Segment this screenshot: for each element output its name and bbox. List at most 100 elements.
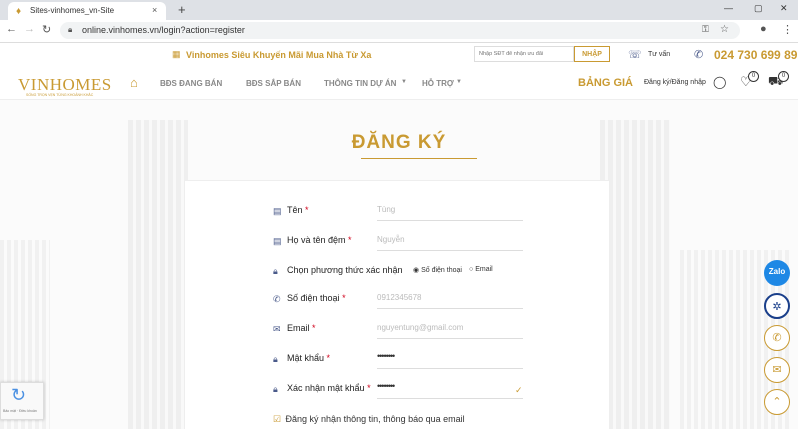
building-icon: ▦: [172, 49, 181, 59]
chevron-down-icon: ▼: [456, 79, 462, 85]
ten-input[interactable]: Tùng: [377, 205, 395, 214]
messenger-wheel-icon[interactable]: ✲: [764, 293, 790, 319]
key-icon[interactable]: ⚿: [702, 24, 709, 35]
required-mark: *: [326, 353, 331, 363]
building-decoration: [600, 120, 670, 429]
label-so-dien-thoai: Số điện thoại: [287, 293, 340, 303]
bookmark-star-icon[interactable]: ☆: [720, 24, 729, 35]
back-icon[interactable]: ←: [6, 23, 17, 35]
bang-gia-link[interactable]: BẢNG GIÁ: [578, 77, 633, 89]
input-underline: [377, 398, 523, 399]
lock-icon: 🔒︎: [273, 354, 278, 364]
nav-thong-tin-du-an[interactable]: THÔNG TIN DỰ ÁN: [324, 79, 396, 88]
required-mark: *: [305, 205, 309, 215]
scroll-top-button[interactable]: ⌃: [764, 389, 790, 415]
chevron-down-icon: ▼: [401, 79, 407, 85]
lock-icon[interactable]: 🔒︎: [68, 25, 72, 35]
check-circle-icon: ✓: [515, 385, 523, 395]
input-underline: [377, 368, 523, 369]
user-card-icon: ▤: [273, 236, 282, 246]
email-input[interactable]: nguyentung@gmail.com: [377, 323, 463, 332]
home-icon[interactable]: ⌂: [130, 75, 138, 90]
label-mat-khau: Mật khẩu: [287, 353, 325, 363]
nav-ho-tro[interactable]: HỖ TRỢ: [422, 79, 454, 88]
input-underline: [377, 220, 523, 221]
field-so-dien-thoai: ✆ Số điện thoại * 0912345678: [273, 287, 523, 315]
nhap-button[interactable]: NHẬP: [574, 46, 610, 62]
subscribe-checkbox-row[interactable]: ☑ Đăng ký nhận thông tin, thông báo qua …: [273, 409, 465, 427]
close-window-button[interactable]: ✕: [780, 3, 788, 14]
field-phuong-thuc: 🔒︎ Chọn phương thức xác nhận ◉ Số điện t…: [273, 259, 523, 287]
site-top-bar: ▦ Vinhomes Siêu Khuyến Mãi Mua Nhà Từ Xa…: [0, 43, 798, 68]
address-bar[interactable]: 🔒︎ online.vinhomes.vn/login?action=regis…: [60, 22, 740, 39]
maximize-button[interactable]: ▢: [754, 3, 763, 14]
xac-nhan-mat-khau-input[interactable]: ••••••••: [377, 381, 395, 391]
hotline-number[interactable]: 024 730 699 89: [714, 48, 797, 62]
wishlist-count-badge: 0: [748, 71, 759, 82]
label-xac-nhan-mat-khau: Xác nhận mật khẩu: [287, 383, 365, 393]
menu-icon[interactable]: ⋮: [782, 23, 793, 36]
recaptcha-badge[interactable]: ↻ Bảo mật · Điều khoản: [0, 382, 44, 420]
field-ten: ▤ Tên * Tùng: [273, 199, 523, 227]
building-decoration: [128, 120, 188, 429]
main-nav: VINHOMES SỐNG TRỌN VẸN TỪNG KHOẢNH KHẮC …: [0, 67, 798, 100]
user-icon[interactable]: ◯: [713, 75, 726, 89]
lock-icon: 🔒︎: [273, 266, 278, 276]
login-register-link[interactable]: Đăng ký/Đăng nhập: [644, 79, 706, 86]
minimize-button[interactable]: —: [724, 3, 733, 13]
register-page: ĐĂNG KÝ ▤ Tên * Tùng ▤ Họ và tên đệm * N…: [0, 100, 798, 429]
envelope-icon: ✉: [273, 324, 281, 334]
input-underline: [377, 338, 523, 339]
tuvan-link[interactable]: Tư vấn: [648, 51, 670, 58]
chat-icon[interactable]: ☏: [628, 48, 642, 61]
new-tab-button[interactable]: +: [178, 2, 186, 17]
forward-icon[interactable]: →: [24, 23, 35, 35]
lock-icon: 🔒︎: [273, 384, 278, 394]
promo-text[interactable]: Vinhomes Siêu Khuyến Mãi Mua Nhà Từ Xa: [186, 50, 371, 60]
field-xac-nhan-mat-khau: 🔒︎ Xác nhận mật khẩu * •••••••• ✓: [273, 377, 523, 405]
so-dien-thoai-input[interactable]: 0912345678: [377, 293, 422, 302]
radio-email[interactable]: ○ Email: [469, 266, 493, 273]
phone-promo-input[interactable]: [474, 46, 574, 62]
vinhomes-favicon-icon: ♦: [16, 6, 22, 17]
field-ho-ten-dem: ▤ Họ và tên đệm * Nguyễn: [273, 229, 523, 257]
radio-sdt-label: Số điện thoại: [421, 267, 462, 274]
recaptcha-terms[interactable]: Bảo mật · Điều khoản: [3, 409, 37, 413]
radio-so-dien-thoai[interactable]: ◉ Số điện thoại: [413, 266, 462, 274]
reload-icon[interactable]: ↻: [42, 23, 51, 36]
ho-ten-dem-input[interactable]: Nguyễn: [377, 235, 405, 244]
zalo-button[interactable]: Zalo: [764, 260, 790, 286]
phone-icon: ✆: [273, 294, 281, 304]
page-title: ĐĂNG KÝ: [351, 132, 447, 153]
input-underline: [377, 250, 523, 251]
input-underline: [377, 308, 523, 309]
subscribe-label: Đăng ký nhận thông tin, thông báo qua em…: [285, 414, 465, 424]
chat-bubble-button[interactable]: ✉: [764, 357, 790, 383]
mat-khau-input[interactable]: ••••••••: [377, 351, 395, 361]
nav-bds-sap-ban[interactable]: BĐS SẮP BÁN: [246, 79, 301, 88]
vinhomes-logo[interactable]: VINHOMES: [18, 75, 112, 95]
radio-email-label: Email: [475, 266, 493, 273]
cart-count-badge: 0: [778, 71, 789, 82]
call-button[interactable]: ✆: [764, 325, 790, 351]
checkbox-checked-icon[interactable]: ☑: [273, 414, 281, 424]
required-mark: *: [367, 383, 371, 393]
browser-tab[interactable]: ♦ Sites-vinhomes_vn-Site ×: [8, 2, 166, 20]
required-mark: *: [348, 235, 352, 245]
title-underline: [361, 158, 477, 159]
field-mat-khau: 🔒︎ Mật khẩu * ••••••••: [273, 347, 523, 375]
logo-tagline: SỐNG TRỌN VẸN TỪNG KHOẢNH KHẮC: [26, 93, 94, 97]
browser-toolbar: ← → ↻ 🔒︎ online.vinhomes.vn/login?action…: [0, 20, 798, 43]
field-email: ✉ Email * nguyentung@gmail.com: [273, 317, 523, 345]
label-email: Email: [287, 323, 310, 333]
label-ho-ten-dem: Họ và tên đệm: [287, 235, 346, 245]
required-mark: *: [342, 293, 346, 303]
profile-icon[interactable]: ●: [760, 23, 767, 35]
tab-title: Sites-vinhomes_vn-Site: [30, 6, 115, 15]
nav-bds-dang-ban[interactable]: BĐS ĐANG BÁN: [160, 79, 222, 88]
label-phuong-thuc: Chọn phương thức xác nhận: [287, 265, 403, 275]
browser-tab-strip: ♦ Sites-vinhomes_vn-Site × + — ▢ ✕: [0, 0, 798, 20]
required-mark: *: [312, 323, 316, 333]
phone-icon: ✆: [694, 49, 704, 61]
tab-close-icon[interactable]: ×: [152, 5, 157, 15]
